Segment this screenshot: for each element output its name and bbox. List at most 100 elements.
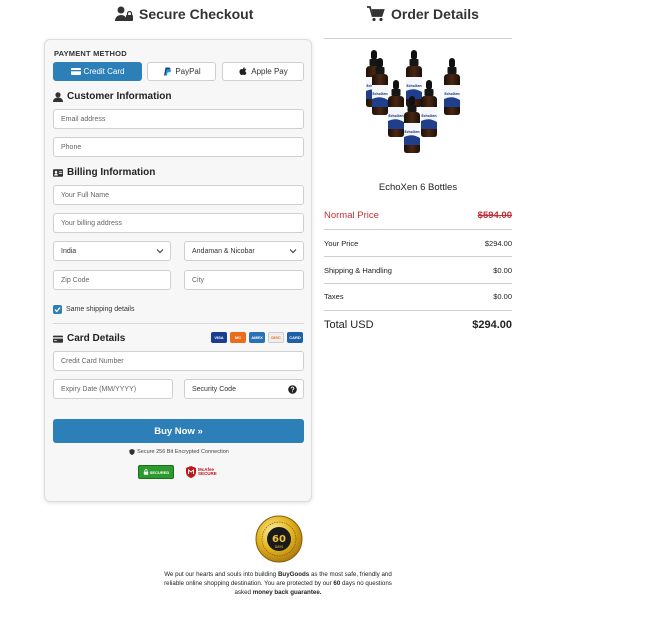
secured-badge: SECURED bbox=[138, 465, 174, 479]
phone-field[interactable]: Phone bbox=[53, 137, 304, 157]
shield-icon bbox=[129, 449, 135, 455]
shipping-row: Shipping & Handling $0.00 bbox=[324, 266, 512, 275]
billing-address-field[interactable]: Your billing address bbox=[53, 213, 304, 233]
lock-icon bbox=[143, 469, 148, 475]
secured-badge-text: SECURED bbox=[149, 469, 170, 475]
buy-now-label: Buy Now » bbox=[154, 425, 203, 437]
seal-days-label: DAYS bbox=[275, 545, 283, 549]
paypal-icon bbox=[164, 67, 172, 76]
question-circle-icon[interactable] bbox=[288, 384, 297, 394]
zip-code-field[interactable]: Zip Code bbox=[53, 270, 171, 290]
customer-info-title: Customer Information bbox=[53, 91, 171, 102]
your-price-value: $294.00 bbox=[484, 239, 512, 248]
your-price-row: Your Price $294.00 bbox=[324, 239, 512, 248]
section-divider bbox=[53, 323, 304, 324]
email-placeholder: Email address bbox=[61, 115, 106, 123]
apple-pay-tab[interactable]: Apple Pay bbox=[222, 62, 304, 81]
same-shipping-row[interactable]: Same shipping details bbox=[53, 305, 135, 314]
city-placeholder: City bbox=[192, 276, 205, 284]
secure-checkout-title: Secure Checkout bbox=[115, 6, 253, 22]
billing-address-placeholder: Your billing address bbox=[61, 219, 122, 227]
order-details-title: Order Details bbox=[367, 6, 479, 22]
security-code-placeholder: Security Code bbox=[192, 385, 236, 393]
full-name-placeholder: Your Full Name bbox=[61, 191, 109, 199]
security-code-field[interactable]: Security Code bbox=[184, 379, 304, 399]
mcafee-badge-line2: SECURE bbox=[198, 471, 217, 476]
row-divider bbox=[324, 310, 512, 311]
buy-now-button[interactable]: Buy Now » bbox=[53, 419, 304, 443]
order-details-title-text: Order Details bbox=[391, 6, 479, 22]
paypal-tab-label: PayPal bbox=[175, 67, 201, 76]
product-name: EchoXen 6 Bottles bbox=[378, 182, 458, 193]
secure-note-text: Secure 256 Bit Encrypted Connection bbox=[137, 449, 229, 455]
full-name-field[interactable]: Your Full Name bbox=[53, 185, 304, 205]
zip-code-placeholder: Zip Code bbox=[61, 276, 90, 284]
secure-connection-note: Secure 256 Bit Encrypted Connection bbox=[45, 449, 313, 455]
expiry-date-field[interactable]: Expiry Date (MM/YYYY) bbox=[53, 379, 173, 399]
normal-price-row: Normal Price $594.00 bbox=[324, 210, 512, 221]
row-divider bbox=[324, 229, 512, 230]
phone-placeholder: Phone bbox=[61, 143, 82, 151]
guarantee-brand: BuyGoods bbox=[277, 571, 310, 578]
discover-logo: DISC bbox=[268, 332, 284, 343]
cart-icon bbox=[367, 6, 385, 22]
total-label: Total USD bbox=[324, 319, 374, 331]
guarantee-text-1: We put our hearts and souls into buildin… bbox=[164, 571, 278, 578]
expiry-date-placeholder: Expiry Date (MM/YYYY) bbox=[61, 385, 137, 393]
same-shipping-label: Same shipping details bbox=[66, 306, 135, 313]
user-icon bbox=[53, 91, 63, 102]
amex-logo: AMEX bbox=[249, 332, 265, 343]
billing-info-title: Billing Information bbox=[53, 167, 155, 178]
credit-card-tab-label: Credit Card bbox=[83, 67, 125, 76]
accepted-cards: VISA MC AMEX DISC CARD bbox=[211, 332, 303, 343]
state-select[interactable]: Andaman & Nicobar bbox=[184, 241, 304, 261]
taxes-row: Taxes $0.00 bbox=[324, 292, 512, 301]
billing-info-title-text: Billing Information bbox=[67, 167, 156, 178]
trust-badges: SECURED McAfee SECURE bbox=[138, 465, 217, 479]
your-price-label: Your Price bbox=[324, 239, 359, 248]
card-number-placeholder: Credit Card Number bbox=[61, 357, 124, 365]
secure-checkout-title-text: Secure Checkout bbox=[139, 6, 254, 22]
user-lock-icon bbox=[115, 6, 133, 21]
product-image: EchoXen bbox=[366, 50, 461, 153]
total-row: Total USD $294.00 bbox=[324, 319, 512, 331]
mcafee-badge: McAfee SECURE bbox=[186, 465, 217, 479]
row-divider bbox=[324, 256, 512, 257]
checkout-card: PAYMENT METHOD Credit Card PayPal Apple … bbox=[44, 39, 312, 502]
email-field[interactable]: Email address bbox=[53, 109, 304, 129]
id-card-icon bbox=[53, 168, 63, 177]
check-icon bbox=[54, 307, 61, 313]
credit-card-tab[interactable]: Credit Card bbox=[53, 62, 142, 81]
jcb-logo: CARD bbox=[287, 332, 303, 343]
chevron-down-icon bbox=[156, 249, 164, 254]
mastercard-logo: MC bbox=[230, 332, 246, 343]
money-back-seal: 60 DAYS bbox=[255, 515, 303, 563]
row-divider bbox=[324, 283, 512, 284]
card-details-title: Card Details bbox=[53, 333, 125, 344]
state-value: Andaman & Nicobar bbox=[192, 247, 255, 255]
card-details-title-text: Card Details bbox=[67, 333, 126, 344]
guarantee-mbg: money back guarantee. bbox=[252, 589, 322, 596]
chevron-down-icon bbox=[289, 249, 297, 254]
country-value: India bbox=[61, 247, 77, 255]
customer-info-title-text: Customer Information bbox=[67, 91, 172, 102]
seal-days-number: 60 bbox=[272, 534, 286, 545]
taxes-value: $0.00 bbox=[493, 292, 512, 301]
apple-pay-tab-label: Apple Pay bbox=[251, 67, 288, 76]
credit-card-icon bbox=[53, 335, 63, 343]
normal-price-label: Normal Price bbox=[324, 210, 379, 221]
order-header-divider bbox=[324, 38, 512, 39]
card-number-field[interactable]: Credit Card Number bbox=[53, 351, 304, 371]
same-shipping-checkbox[interactable] bbox=[53, 305, 62, 314]
city-field[interactable]: City bbox=[184, 270, 304, 290]
shipping-value: $0.00 bbox=[493, 266, 512, 275]
normal-price-value: $594.00 bbox=[477, 210, 512, 221]
total-value: $294.00 bbox=[472, 319, 512, 331]
paypal-tab[interactable]: PayPal bbox=[147, 62, 216, 81]
country-select[interactable]: India bbox=[53, 241, 171, 261]
shipping-label: Shipping & Handling bbox=[324, 266, 392, 275]
guarantee-text: We put our hearts and souls into buildin… bbox=[162, 570, 394, 597]
apple-icon bbox=[239, 67, 247, 76]
visa-logo: VISA bbox=[211, 332, 227, 343]
mcafee-shield-icon bbox=[186, 466, 196, 478]
